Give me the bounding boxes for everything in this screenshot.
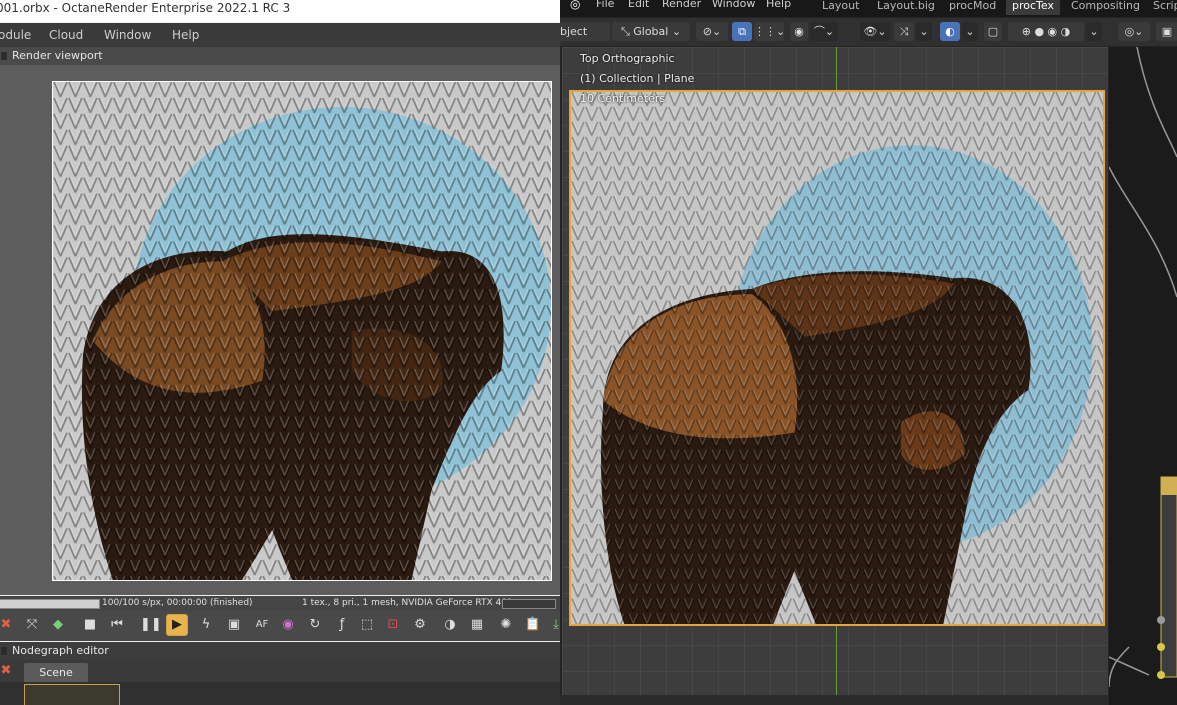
falloff-icon[interactable]: ⌒⌄ (810, 22, 838, 41)
cube-icon[interactable]: ◆ (48, 615, 68, 635)
pause-icon[interactable]: ❚❚ (140, 615, 162, 635)
blender-window: ◎ File Edit Render Window Help Layout La… (560, 0, 1177, 705)
render-viewport-header: Render viewport (0, 47, 560, 65)
orientation-icon: ⤡ (620, 25, 634, 38)
play-icon[interactable]: ▶ (166, 614, 188, 636)
node-editor-panel[interactable] (1109, 47, 1177, 705)
node-header-icon[interactable]: ▣ (1156, 22, 1177, 41)
export-icon[interactable]: ⤓ (546, 615, 560, 635)
knit-render-svg (53, 82, 551, 580)
viewport-header: bject ⤡ Global ⌄ ⊘⌄ ⧉ ⋮⋮⌄ ◉ ⌒⌄ 👁⌄ ⤨ ⌄ ◐ … (560, 18, 1177, 46)
region-icon[interactable]: ⬚ (357, 615, 377, 635)
grid-icon[interactable]: ▦ (467, 615, 487, 635)
overlays-toggle-icon[interactable]: ◐ (940, 22, 960, 41)
render-progress-text: 100/100 s/px, 00:00:00 (finished) (102, 598, 253, 608)
grid-scale-text: 10 Centimeters (580, 92, 666, 105)
render-progress-fill (0, 600, 99, 608)
chevron-down-icon: ⌄ (668, 25, 682, 38)
menu-window[interactable]: Window (104, 28, 151, 42)
render-progress-bar (0, 599, 100, 609)
flash-icon[interactable]: ϟ (196, 615, 216, 635)
tab-procmod[interactable]: procMod (943, 0, 1002, 15)
panel-toggle-icon[interactable] (1, 52, 7, 60)
xray-toggle-icon[interactable]: ▢ (984, 22, 1002, 41)
render-viewport-label: Render viewport (12, 49, 103, 62)
view-name-text: Top Orthographic (580, 52, 675, 65)
tab-compositing[interactable]: Compositing (1065, 0, 1146, 15)
rewind-icon[interactable]: ⏮ (107, 615, 127, 635)
snap-toggle-icon[interactable]: ⧉ (732, 22, 752, 41)
visibility-icon[interactable]: 👁⌄ (860, 22, 890, 41)
menu-window[interactable]: Window (712, 0, 755, 10)
display-icon[interactable]: ▣ (224, 615, 244, 635)
proportional-edit-icon[interactable]: ◉ (790, 22, 808, 41)
menu-module[interactable]: odule (0, 28, 31, 42)
af-icon[interactable]: AF (252, 615, 272, 635)
tab-scripting[interactable]: Scrip (1147, 0, 1177, 15)
tab-proctex[interactable]: procTex (1006, 0, 1060, 15)
menu-edit[interactable]: Edit (628, 0, 649, 10)
knit-texture-svg (571, 92, 1103, 624)
shading-mode-group[interactable]: ⊕ ● ◉ ◑ (1008, 22, 1084, 41)
octane-window: 001.orbx - OctaneRender Enterprise 2022.… (0, 0, 560, 705)
menu-help[interactable]: Help (172, 28, 199, 42)
menu-render[interactable]: Render (662, 0, 701, 10)
tab-layout-big[interactable]: Layout.big (871, 0, 941, 15)
render-status-bar: 100/100 s/px, 00:00:00 (finished) 1 tex.… (0, 596, 560, 611)
octane-title-bar: 001.orbx - OctaneRender Enterprise 2022.… (0, 0, 560, 22)
crop-icon[interactable]: ⊡ (383, 615, 403, 635)
color-icon[interactable]: ◉ (278, 615, 298, 635)
octane-menu-bar: odule Cloud Window Help (0, 23, 560, 47)
gradient-icon[interactable]: ◑ (440, 615, 460, 635)
pick-focus-icon[interactable]: ⤧ (22, 615, 42, 635)
script-icon[interactable]: ƒ (332, 615, 352, 635)
3d-viewport[interactable]: Top Orthographic (1) Collection | Plane (562, 47, 1108, 695)
loop-icon[interactable]: ↻ (305, 615, 325, 635)
tab-scene[interactable]: Scene (24, 663, 88, 682)
pivot-point-icon[interactable]: ⊘⌄ (696, 22, 728, 41)
render-image[interactable] (52, 81, 552, 581)
graph-node[interactable] (24, 684, 120, 705)
octane-window-title: 001.orbx - OctaneRender Enterprise 2022.… (0, 1, 291, 15)
spinner-icon[interactable]: ✺ (496, 615, 516, 635)
mode-select[interactable]: bject (560, 22, 610, 41)
menu-cloud[interactable]: Cloud (49, 28, 83, 42)
collection-text: (1) Collection | Plane (580, 72, 695, 85)
selected-plane-object[interactable] (569, 90, 1105, 626)
orientation-value: Global (633, 25, 669, 38)
blender-logo-icon[interactable]: ◎ (570, 0, 580, 11)
stop-icon[interactable]: ■ (80, 615, 100, 635)
gizmo-icon[interactable]: ⤨ (894, 22, 914, 41)
blender-status-bar (560, 695, 1109, 705)
menu-file[interactable]: File (596, 0, 614, 10)
shading-dropdown-icon[interactable]: ⌄ (1086, 22, 1102, 41)
overlays-dropdown-icon[interactable]: ⌄ (962, 22, 978, 41)
node-links-svg (1109, 47, 1177, 688)
transform-orientation-select[interactable]: ⤡ Global ⌄ (612, 22, 690, 41)
blender-top-bar: ◎ File Edit Render Window Help Layout La… (560, 0, 1177, 17)
gizmo-dropdown-icon[interactable]: ⌄ (916, 22, 932, 41)
nodegraph-label: Nodegraph editor (12, 644, 109, 657)
nodegraph-reset-icon[interactable]: ✖ (0, 661, 16, 681)
reset-icon[interactable]: ✖ (0, 615, 16, 635)
nodegraph-header: Nodegraph editor (0, 642, 560, 660)
snap-target-icon[interactable]: ⋮⋮⌄ (754, 22, 785, 41)
menu-help[interactable]: Help (766, 0, 791, 10)
memory-bar (502, 599, 556, 609)
panel-toggle-icon[interactable] (1, 647, 7, 655)
render-toolbar: ✖ ⤧ ◆ ■ ⏮ ❚❚ ▶ ϟ ▣ AF ◉ ↻ ƒ ⬚ ⊡ ⚙ ◑ ▦ ✺ … (0, 611, 560, 641)
node-editor-type-icon[interactable]: ◎⌄ (1118, 22, 1150, 41)
settings-icon[interactable]: ⚙ (410, 615, 430, 635)
clipboard-icon[interactable]: 📋 (523, 615, 543, 635)
scene-stats-text: 1 tex., 8 pri., 1 mesh, NVIDIA GeForce R… (302, 598, 522, 608)
tab-layout[interactable]: Layout (816, 0, 865, 15)
